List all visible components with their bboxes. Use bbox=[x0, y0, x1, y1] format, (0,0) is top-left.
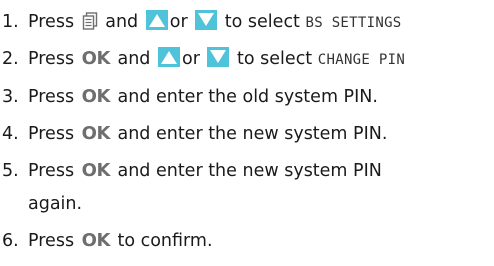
step-text: and enter the old system PIN. bbox=[117, 87, 378, 107]
step-number: 3. bbox=[2, 87, 19, 107]
step-text: to confirm. bbox=[117, 231, 213, 251]
up-arrow-icon bbox=[145, 7, 168, 30]
instruction-steps: 1. Press and or to select BS SETTINGS 2. P… bbox=[0, 0, 494, 266]
step-5: 5. Press OK and enter the new system PIN bbox=[0, 153, 382, 189]
step-text: to select bbox=[237, 49, 313, 69]
step-4: 4. Press OK and enter the new system PIN. bbox=[0, 116, 387, 152]
down-arrow-icon bbox=[195, 7, 218, 30]
down-arrow-icon bbox=[207, 44, 230, 67]
ok-key: OK bbox=[81, 48, 111, 69]
step-number: 2. bbox=[2, 49, 19, 69]
step-text: again. bbox=[28, 194, 83, 214]
step-6: 6. Press OK to confirm. bbox=[0, 223, 213, 259]
step-text: and bbox=[117, 49, 151, 69]
ok-key: OK bbox=[81, 86, 111, 107]
ok-key: OK bbox=[81, 160, 111, 181]
step-text: Press bbox=[28, 49, 75, 69]
step-text: and bbox=[105, 12, 139, 32]
step-text: Press bbox=[28, 12, 75, 32]
step-text: Press bbox=[28, 161, 75, 181]
step-text: Press bbox=[28, 124, 75, 144]
menu-icon bbox=[82, 7, 98, 43]
ok-key: OK bbox=[81, 230, 111, 251]
display-text: CHANGE PIN bbox=[317, 52, 406, 68]
step-number: 5. bbox=[2, 161, 19, 181]
step-text: or bbox=[181, 49, 200, 69]
step-5-continued: again. bbox=[0, 186, 82, 222]
step-text: to select bbox=[224, 12, 300, 32]
display-text: BS SETTINGS bbox=[305, 15, 402, 31]
up-arrow-icon bbox=[157, 44, 180, 67]
step-text: or bbox=[169, 12, 188, 32]
step-text: and enter the new system PIN. bbox=[117, 124, 388, 144]
step-text: and enter the new system PIN bbox=[117, 161, 382, 181]
step-3: 3. Press OK and enter the old system PIN. bbox=[0, 79, 378, 115]
ok-key: OK bbox=[81, 123, 111, 144]
step-number: 6. bbox=[2, 231, 19, 251]
step-2: 2. Press OK and or to select CHANGE PIN bbox=[0, 41, 405, 77]
step-text: Press bbox=[28, 231, 75, 251]
step-text: Press bbox=[28, 87, 75, 107]
step-1: 1. Press and or to select BS SETTINGS bbox=[0, 4, 402, 40]
step-number: 1. bbox=[2, 12, 19, 32]
step-number: 4. bbox=[2, 124, 19, 144]
